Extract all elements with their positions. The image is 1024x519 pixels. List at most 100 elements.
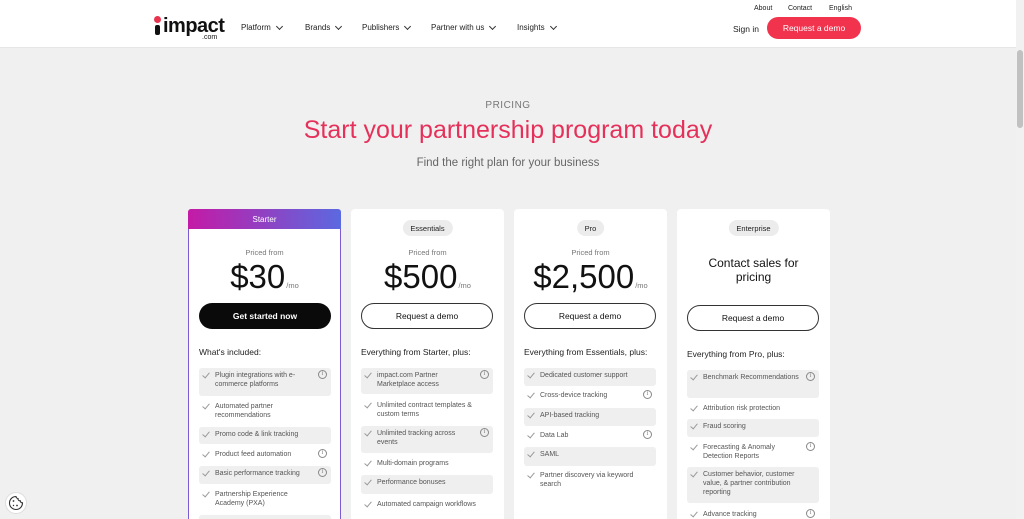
info-icon[interactable]: i (806, 509, 815, 518)
feature-text: Advance tracking (703, 511, 757, 518)
language-selector[interactable]: English (829, 5, 852, 12)
check-icon (690, 442, 698, 451)
feature-item: Benchmark Recommendations i (687, 370, 819, 398)
feature-item: Cross-device tracking i (524, 388, 656, 406)
plan-name-pill: Enterprise (728, 220, 779, 236)
check-icon (690, 421, 698, 430)
info-icon[interactable]: i (480, 428, 489, 437)
about-link[interactable]: About (754, 5, 772, 12)
nav-label: Insights (517, 23, 545, 32)
feature-item: Automated campaign workflows (361, 497, 493, 519)
feature-text: Partnership Experience Academy (PXA) (215, 491, 288, 507)
request-demo-button[interactable]: Request a demo (361, 303, 493, 329)
feature-item: Product feed automation i (199, 447, 331, 464)
feature-item: Forecasting & Anomaly Detection Reports i (687, 440, 819, 466)
info-icon[interactable]: i (643, 390, 652, 399)
check-icon (690, 403, 698, 412)
plan-price: $2,500/mo (514, 258, 667, 296)
cookie-settings-button[interactable] (5, 492, 27, 514)
feature-text: Forecasting & Anomaly Detection Reports (703, 444, 775, 460)
nav-label: Publishers (362, 23, 400, 32)
feature-text: Customer behavior, customer value, & par… (703, 471, 795, 496)
info-icon[interactable]: i (480, 370, 489, 379)
feature-item: Advance tracking i (687, 507, 819, 519)
feature-item: Data Lab i (524, 428, 656, 446)
feature-text: Cross-device tracking (540, 392, 608, 399)
feature-item: Fraud scoring (687, 419, 819, 437)
feature-text: Fraud scoring (703, 423, 746, 430)
feature-item: Performance bonuses (361, 475, 493, 494)
price-period: /mo (635, 281, 648, 290)
logo-bar-icon (155, 25, 160, 35)
feature-text: Unlimited tracking across events (377, 430, 456, 446)
price-amount: $500 (384, 258, 458, 295)
feature-text: impact.com Partner Marketplace access (377, 372, 439, 388)
pricing-eyebrow: PRICING (485, 100, 531, 111)
feature-item: Basic performance tracking i (199, 466, 331, 484)
check-icon (202, 489, 210, 498)
feature-text: Basic performance tracking (215, 470, 300, 477)
nav-insights[interactable]: Insights (517, 22, 557, 32)
feature-item: Attribution risk protection (687, 401, 819, 418)
price-amount: $30 (230, 258, 286, 295)
feature-text: Partner discovery via keyword search (540, 472, 634, 488)
get-started-button[interactable]: Get started now (199, 303, 331, 329)
feature-text: Multi-domain programs (377, 460, 449, 467)
request-demo-button[interactable]: Request a demo (687, 305, 819, 331)
info-icon[interactable]: i (318, 449, 327, 458)
scrollbar-thumb[interactable] (1017, 50, 1023, 128)
check-icon (527, 430, 535, 439)
check-icon (364, 499, 372, 508)
feature-item: API-based tracking (524, 408, 656, 426)
feature-text: Benchmark Recommendations (703, 374, 799, 381)
feature-text: Automated campaign workflows (377, 501, 476, 508)
request-demo-button[interactable]: Request a demo (524, 303, 656, 329)
feature-text: Unlimited contract templates & custom te… (377, 402, 472, 418)
priced-from-label: Priced from (245, 248, 284, 257)
check-icon (202, 449, 210, 458)
nav-platform[interactable]: Platform (241, 22, 283, 32)
feature-item: SAML (524, 447, 656, 466)
site-header: impact .com Platform Brands Publishers P… (0, 0, 1016, 48)
info-icon[interactable]: i (318, 370, 327, 379)
feature-item: Dedicated customer support (524, 368, 656, 386)
feature-item: Multi-domain programs (361, 456, 493, 473)
info-icon[interactable]: i (806, 372, 815, 381)
page-title: Start your partnership program today (303, 116, 713, 144)
info-icon[interactable]: i (643, 430, 652, 439)
feature-item: Customer behavior, customer value, & par… (687, 467, 819, 503)
check-icon (364, 458, 372, 467)
price-amount: $2,500 (533, 258, 635, 295)
nav-brands[interactable]: Brands (305, 22, 343, 32)
check-icon (202, 401, 210, 410)
check-icon (690, 372, 698, 381)
feature-item: Unlimited tracking across events i (361, 426, 493, 453)
contact-link[interactable]: Contact (788, 5, 812, 12)
chevron-down-icon (275, 22, 283, 30)
chevron-down-icon (335, 22, 343, 30)
included-heading: Everything from Essentials, plus: (524, 347, 648, 357)
included-heading: Everything from Starter, plus: (361, 347, 471, 357)
check-icon (202, 468, 210, 477)
chevron-down-icon (489, 22, 497, 30)
sign-in-link[interactable]: Sign in (733, 24, 759, 34)
priced-from-label: Priced from (571, 248, 610, 257)
request-demo-button[interactable]: Request a demo (767, 17, 861, 39)
cookie-icon (8, 495, 24, 511)
feature-item-partial (199, 515, 331, 519)
check-icon (364, 400, 372, 409)
feature-item: Partnership Experience Academy (PXA) (199, 487, 331, 513)
feature-item: Partner discovery via keyword search (524, 468, 656, 494)
nav-label: Brands (305, 23, 331, 32)
plan-price: $500/mo (351, 258, 504, 296)
plan-card-enterprise: Enterprise Contact sales for pricing Req… (677, 209, 830, 519)
nav-publishers[interactable]: Publishers (362, 22, 412, 32)
chevron-down-icon (404, 22, 412, 30)
info-icon[interactable]: i (318, 468, 327, 477)
check-icon (202, 370, 210, 379)
check-icon (202, 429, 210, 438)
feature-text: Product feed automation (215, 451, 292, 458)
price-period: /mo (286, 281, 299, 290)
info-icon[interactable]: i (806, 442, 815, 451)
nav-partner-with-us[interactable]: Partner with us (431, 22, 497, 32)
